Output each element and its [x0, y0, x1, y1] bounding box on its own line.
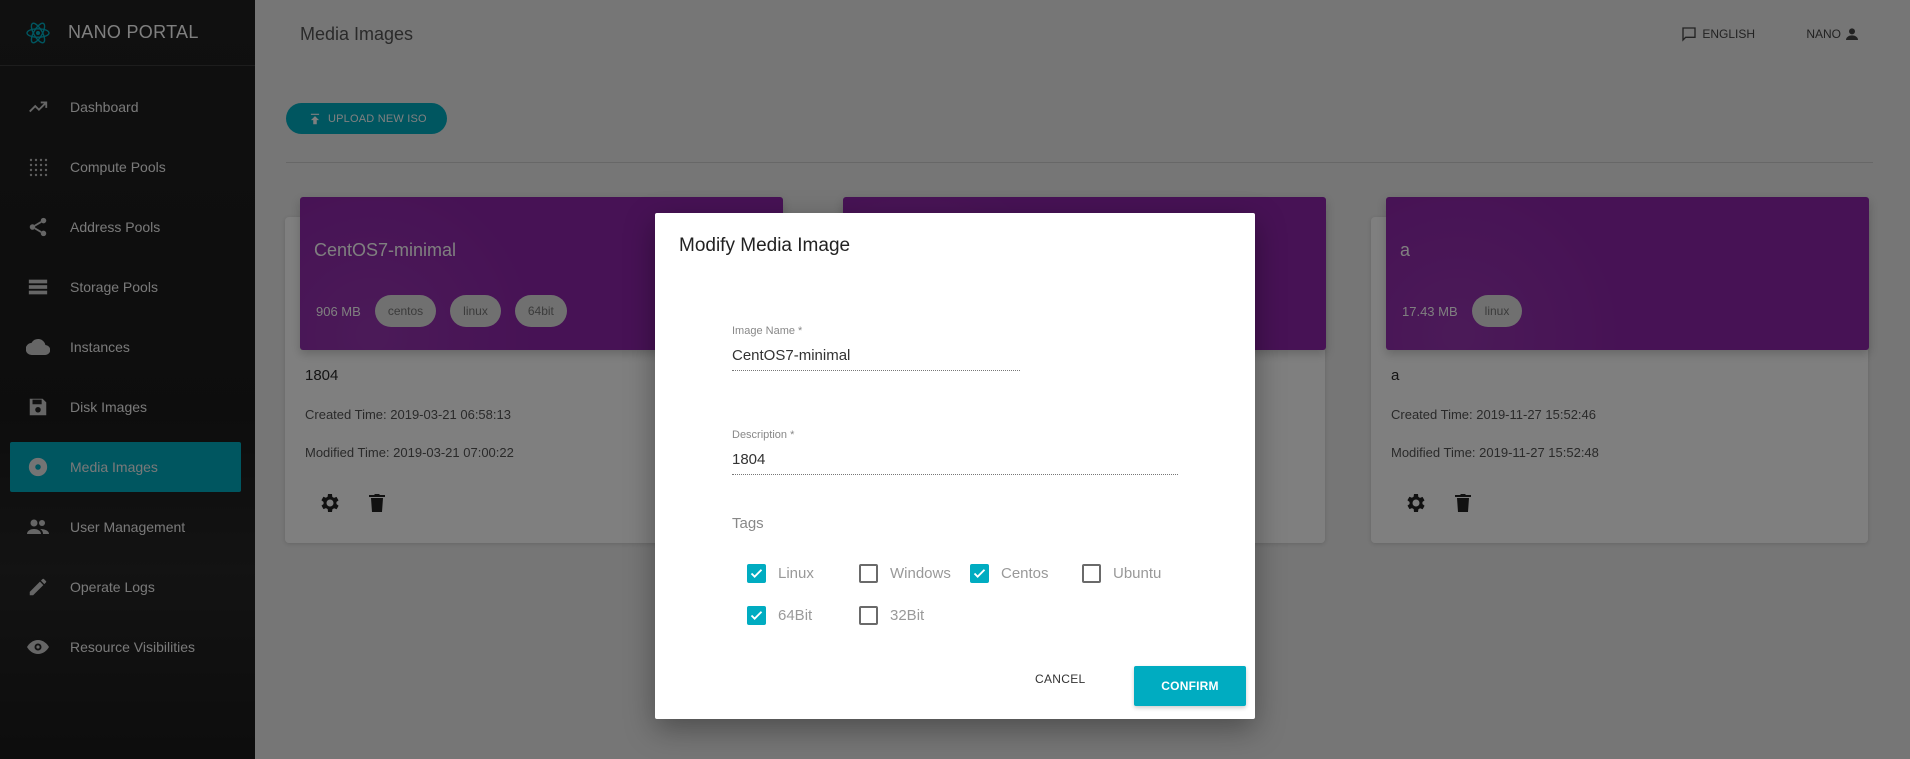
- checkbox-label: Ubuntu: [1113, 565, 1162, 582]
- tag-checkbox-32bit[interactable]: 32Bit: [859, 606, 924, 625]
- tag-checkbox-centos[interactable]: Centos: [970, 564, 1049, 583]
- checkbox-label: Windows: [890, 565, 951, 582]
- checkbox-unchecked-icon[interactable]: [859, 564, 878, 583]
- checkbox-unchecked-icon[interactable]: [1082, 564, 1101, 583]
- tag-checkbox-windows[interactable]: Windows: [859, 564, 951, 583]
- confirm-button[interactable]: CONFIRM: [1134, 666, 1246, 706]
- image-name-field[interactable]: Image Name * CentOS7-minimal: [732, 325, 1020, 371]
- description-input[interactable]: 1804: [732, 451, 1178, 475]
- dialog-title: Modify Media Image: [679, 235, 851, 256]
- image-name-label: Image Name *: [732, 325, 803, 337]
- tags-label: Tags: [732, 515, 764, 532]
- checkbox-checked-icon[interactable]: [747, 564, 766, 583]
- tag-checkbox-64bit[interactable]: 64Bit: [747, 606, 812, 625]
- image-name-input[interactable]: CentOS7-minimal: [732, 347, 1020, 371]
- cancel-button[interactable]: CANCEL: [1035, 672, 1085, 686]
- checkbox-label: Linux: [778, 565, 814, 582]
- description-field[interactable]: Description * 1804: [732, 429, 1178, 475]
- checkbox-checked-icon[interactable]: [970, 564, 989, 583]
- checkbox-label: Centos: [1001, 565, 1049, 582]
- checkbox-label: 32Bit: [890, 607, 925, 624]
- tag-checkbox-linux[interactable]: Linux: [747, 564, 814, 583]
- confirm-label: CONFIRM: [1161, 679, 1219, 693]
- modify-media-dialog: Modify Media Image Image Name * CentOS7-…: [655, 213, 1255, 719]
- checkbox-unchecked-icon[interactable]: [859, 606, 878, 625]
- checkbox-label: 64Bit: [778, 607, 813, 624]
- tag-checkbox-ubuntu[interactable]: Ubuntu: [1082, 564, 1161, 583]
- description-label: Description *: [732, 429, 795, 441]
- checkbox-checked-icon[interactable]: [747, 606, 766, 625]
